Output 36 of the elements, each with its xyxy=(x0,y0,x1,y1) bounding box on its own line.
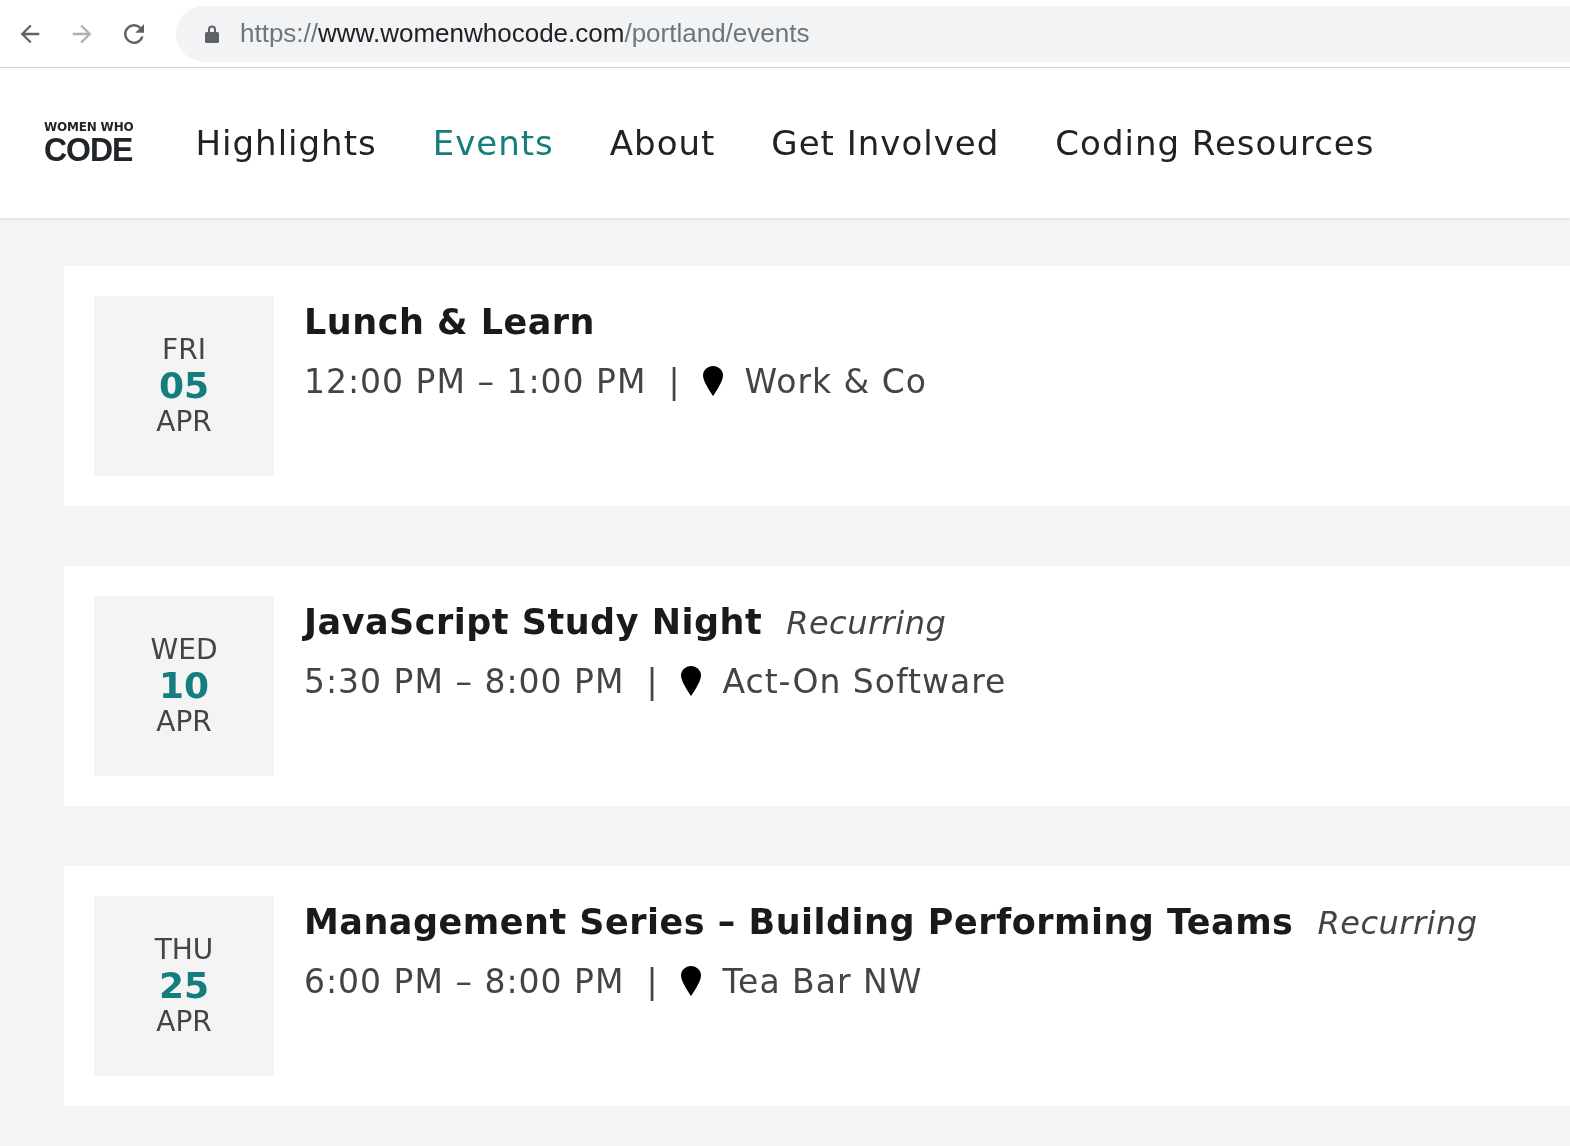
lock-icon xyxy=(204,23,220,44)
event-day: 10 xyxy=(94,666,274,706)
address-bar[interactable]: https://www.womenwhocode.com/portland/events xyxy=(176,5,1570,62)
recurring-tag: Recurring xyxy=(1317,899,1478,947)
nav-link[interactable]: Coding Resources xyxy=(1027,117,1403,169)
event-weekday: FRI xyxy=(161,334,207,367)
event-title[interactable]: JavaScript Study Night xyxy=(304,596,763,649)
nav-link[interactable]: About xyxy=(581,117,744,169)
event-time: 5:30 PM – 8:00 PM xyxy=(304,660,625,703)
event-time: 12:00 PM – 1:00 PM xyxy=(304,360,647,403)
event-time: 6:00 PM – 8:00 PM xyxy=(304,960,625,1003)
event-title[interactable]: Management Series – Building Performing Teams xyxy=(304,896,1294,949)
event-month: APR xyxy=(155,405,213,438)
event-venue: Tea Bar NW xyxy=(722,960,923,1003)
event-title[interactable]: Lunch & Learn xyxy=(304,296,596,349)
event-day: 05 xyxy=(94,366,274,406)
separator: | xyxy=(646,660,659,703)
nav-link[interactable]: Events xyxy=(404,117,582,169)
event-venue: Act-On Software xyxy=(722,660,1007,703)
event-month: APR xyxy=(155,1005,213,1038)
event-weekday: WED xyxy=(149,634,219,667)
event-weekday: THU xyxy=(153,934,215,967)
event-month: APR xyxy=(155,705,213,738)
event-venue: Work & Co xyxy=(744,360,928,403)
separator: | xyxy=(668,360,681,403)
event-day: 25 xyxy=(94,966,274,1006)
map-pin-icon xyxy=(702,366,723,397)
map-pin-icon xyxy=(680,966,701,997)
recurring-tag: Recurring xyxy=(786,599,947,647)
logo-text: WOMEN WHO xyxy=(44,121,134,133)
url-text: https://www.womenwhocode.com/portland/events xyxy=(240,17,810,50)
nav-link[interactable]: Highlights xyxy=(167,117,405,169)
separator: | xyxy=(646,960,659,1003)
map-pin-icon xyxy=(680,666,701,697)
nav-link[interactable]: Get Involved xyxy=(743,117,1028,169)
logo-text: CODE xyxy=(44,132,134,166)
